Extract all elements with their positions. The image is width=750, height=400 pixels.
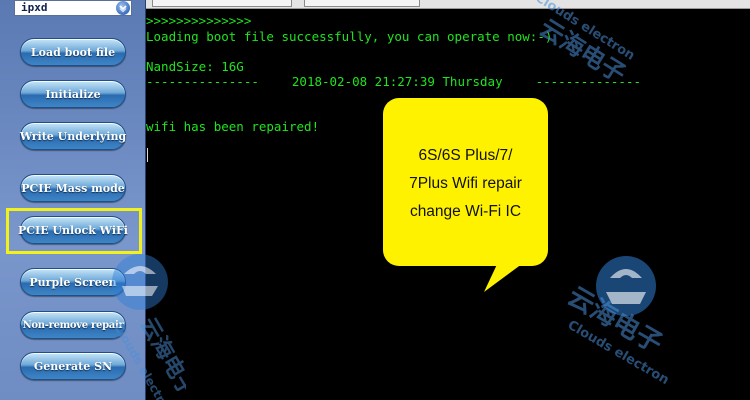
callout-line-3: change Wi-Fi IC <box>409 203 522 220</box>
chevron-down-icon[interactable] <box>116 1 130 15</box>
console-datetime: 2018-02-08 21:27:39 Thursday <box>291 74 503 89</box>
generate-sn-button[interactable]: Generate SN <box>20 352 126 380</box>
callout-line-2: 7Plus Wifi repair <box>409 175 522 192</box>
console-prompt-line: >>>>>>>>>>>>>> <box>146 13 252 28</box>
purple-screen-button[interactable]: Purple Screen <box>20 268 126 296</box>
callout-line-1: 6S/6S Plus/7/ <box>418 147 513 164</box>
top-toolbar-strip <box>146 0 750 9</box>
toolbar-tab[interactable] <box>152 0 292 7</box>
write-underlying-button[interactable]: Write Underlying <box>20 122 126 150</box>
callout-bubble: 6S/6S Plus/7/ 7Plus Wifi repair change W… <box>383 98 548 266</box>
console-date-line: --------------- 2018-02-08 21:27:39 Thurs… <box>146 74 641 89</box>
console-dashes-left: --------------- <box>146 74 259 89</box>
toolbar-tab[interactable] <box>304 0 420 7</box>
device-select-value: ipxd <box>21 1 48 14</box>
non-remove-repair-button[interactable]: Non-remove repair <box>20 311 126 339</box>
load-boot-file-button[interactable]: Load boot file <box>20 38 126 66</box>
console-load-message: Loading boot file successfully, you can … <box>146 29 553 44</box>
device-select[interactable]: ipxd <box>14 0 132 16</box>
console-nand-size: NandSize: 16G <box>146 59 244 74</box>
highlight-box <box>6 208 142 254</box>
pcie-mass-mode-button[interactable]: PCIE Mass mode <box>20 174 126 202</box>
console-wifi-message: wifi has been repaired! <box>146 119 320 134</box>
sidebar: ipxd Load boot file Initialize Write Und… <box>0 0 146 400</box>
initialize-button[interactable]: Initialize <box>20 80 126 108</box>
console-dashes-right: -------------- <box>535 74 641 89</box>
text-cursor <box>147 148 148 162</box>
app-window: ipxd Load boot file Initialize Write Und… <box>0 0 750 400</box>
